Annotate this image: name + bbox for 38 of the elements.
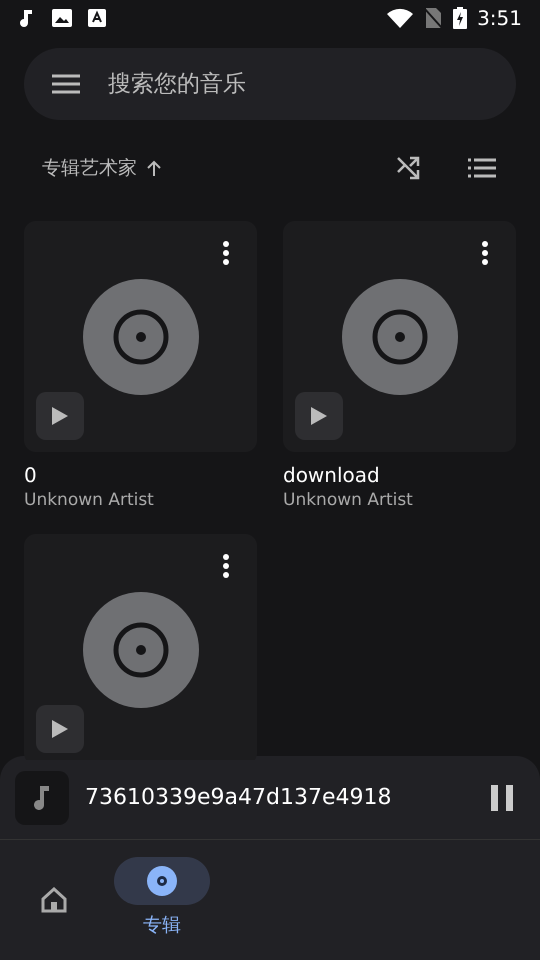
play-icon [52, 720, 68, 738]
play-button[interactable] [295, 392, 343, 440]
album-card[interactable] [283, 221, 516, 452]
more-options-icon[interactable] [223, 554, 229, 578]
album-artist: Unknown Artist [283, 489, 414, 512]
text-icon [88, 9, 106, 27]
list-view-icon[interactable] [468, 158, 496, 178]
album-card[interactable] [24, 221, 257, 452]
status-time: 3:51 [477, 5, 522, 32]
image-icon [52, 9, 72, 27]
play-icon [311, 407, 327, 425]
play-icon [52, 407, 68, 425]
play-button[interactable] [36, 705, 84, 753]
home-icon [41, 887, 67, 913]
album-icon [147, 866, 177, 896]
sort-button[interactable]: 专辑艺术家 [42, 154, 161, 182]
music-note-icon [34, 786, 50, 810]
mini-player[interactable]: 73610339e9a47d137e4918 [0, 756, 540, 840]
no-sim-icon [423, 7, 444, 29]
album-disc-icon [342, 278, 458, 394]
shuffle-icon[interactable] [396, 156, 420, 180]
album-card[interactable] [24, 534, 257, 760]
more-options-icon[interactable] [482, 241, 488, 265]
more-options-icon[interactable] [223, 241, 229, 265]
search-bar[interactable]: 搜索您的音乐 [24, 48, 516, 120]
album-disc-icon [82, 278, 198, 394]
album-title: download [283, 462, 381, 488]
album-disc-icon [82, 592, 198, 708]
wifi-icon [387, 8, 414, 28]
album-artist: Unknown Artist [24, 489, 155, 512]
battery-charging-icon [453, 7, 468, 29]
search-field[interactable]: 搜索您的音乐 [108, 66, 488, 102]
track-title: 73610339e9a47d137e4918 [85, 784, 392, 812]
nav-tab[interactable]: 专辑 [108, 840, 216, 960]
pause-icon[interactable] [491, 784, 513, 810]
menu-icon[interactable] [52, 74, 80, 94]
play-button[interactable] [36, 392, 84, 440]
album-title: 0 [24, 462, 38, 488]
